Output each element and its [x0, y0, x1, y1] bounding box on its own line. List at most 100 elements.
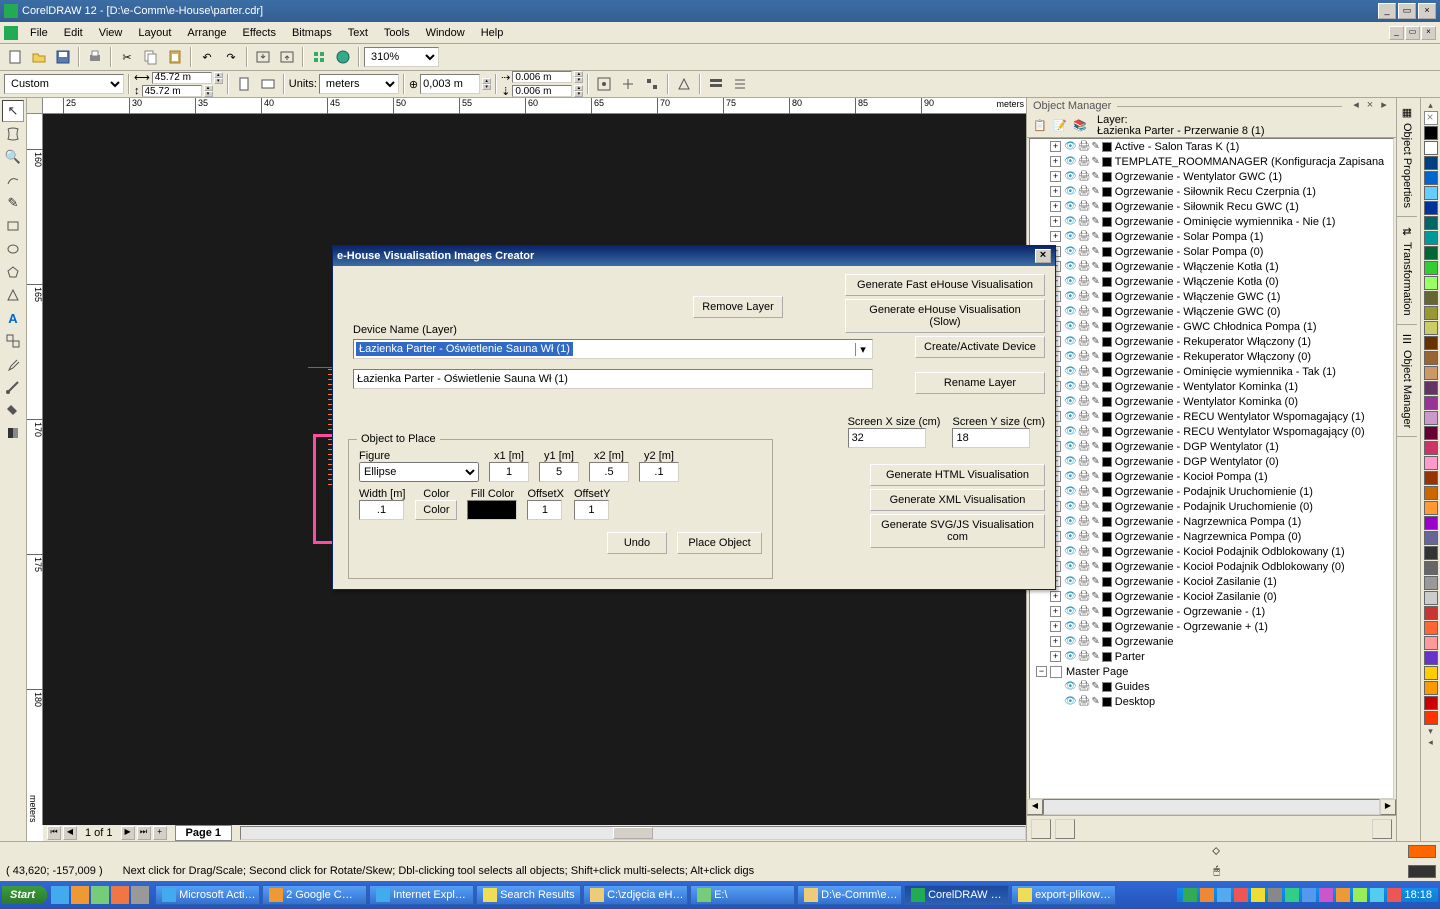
edit-icon[interactable]: ✎: [1091, 366, 1099, 377]
palette-color[interactable]: [1424, 516, 1438, 530]
snap3-icon[interactable]: [641, 73, 663, 95]
new-master-icon[interactable]: [1055, 819, 1075, 839]
visible-icon[interactable]: 👁: [1064, 291, 1077, 302]
layer-row[interactable]: +👁🖨✎Ogrzewanie - Siłownik Recu GWC (1): [1030, 199, 1393, 214]
print-icon[interactable]: 🖨: [1078, 546, 1091, 557]
palette-color[interactable]: [1424, 561, 1438, 575]
layer-row[interactable]: +👁🖨✎Ogrzewanie - Kocioł Pompa (1): [1030, 469, 1393, 484]
print-icon[interactable]: 🖨: [1078, 696, 1091, 707]
ql-chev-icon[interactable]: [131, 886, 149, 904]
color-swatch[interactable]: [1102, 172, 1112, 182]
color-swatch[interactable]: [1102, 322, 1112, 332]
prev-page[interactable]: ◀: [63, 826, 77, 840]
tree-scroll-right[interactable]: ▶: [1380, 799, 1396, 815]
units-select[interactable]: meters: [319, 74, 399, 94]
tree-h-scrollbar[interactable]: [1043, 799, 1380, 815]
edit-icon[interactable]: ✎: [1091, 411, 1099, 422]
paper-size[interactable]: Custom: [4, 74, 124, 94]
visible-icon[interactable]: 👁: [1064, 246, 1077, 257]
palette-color[interactable]: [1424, 546, 1438, 560]
palette-color[interactable]: [1424, 666, 1438, 680]
ql-tc-icon[interactable]: [111, 886, 129, 904]
layer-row[interactable]: +👁🖨✎Ogrzewanie - Kocioł Zasilanie (0): [1030, 589, 1393, 604]
print-icon[interactable]: 🖨: [1078, 531, 1091, 542]
expand-icon[interactable]: +: [1050, 141, 1061, 152]
ellipse-tool[interactable]: [2, 238, 24, 260]
visible-icon[interactable]: 👁: [1064, 201, 1077, 212]
pick-tool[interactable]: ↖: [2, 100, 24, 122]
print-icon[interactable]: 🖨: [1078, 186, 1091, 197]
mdi-minimize[interactable]: _: [1389, 26, 1404, 40]
page-height[interactable]: [142, 85, 202, 97]
screen-x-input[interactable]: [848, 428, 926, 448]
color-swatch[interactable]: [1102, 247, 1112, 257]
color-button[interactable]: Color: [415, 500, 457, 520]
print-icon[interactable]: 🖨: [1078, 216, 1091, 227]
menu-edit[interactable]: Edit: [56, 25, 91, 41]
color-swatch[interactable]: [1102, 577, 1112, 587]
color-swatch[interactable]: [1102, 202, 1112, 212]
expand-icon[interactable]: −: [1036, 666, 1047, 677]
taskbar-task[interactable]: D:\e-Comm\e…: [797, 885, 902, 905]
palette-color[interactable]: [1424, 696, 1438, 710]
layer-row[interactable]: +👁🖨✎Ogrzewanie - DGP Wentylator (0): [1030, 454, 1393, 469]
ruler-vertical[interactable]: meters 160165170175180: [27, 114, 43, 825]
visible-icon[interactable]: 👁: [1064, 456, 1077, 467]
print-icon[interactable]: 🖨: [1078, 606, 1091, 617]
visible-icon[interactable]: 👁: [1064, 366, 1077, 377]
layer-row[interactable]: +👁🖨✎Ogrzewanie - RECU Wentylator Wspomag…: [1030, 409, 1393, 424]
color-swatch[interactable]: [1102, 592, 1112, 602]
edit-icon[interactable]: ✎: [1091, 681, 1099, 692]
edit-icon[interactable]: ✎: [1091, 636, 1099, 647]
palette-color[interactable]: [1424, 486, 1438, 500]
master-page-row[interactable]: −Master Page: [1030, 664, 1393, 679]
palette-color[interactable]: [1424, 276, 1438, 290]
edit-icon[interactable]: ✎: [1091, 561, 1099, 572]
edit-icon[interactable]: ✎: [1091, 351, 1099, 362]
print-icon[interactable]: 🖨: [1078, 501, 1091, 512]
color-swatch[interactable]: [1102, 157, 1112, 167]
color-swatch[interactable]: [1102, 502, 1112, 512]
edit-icon[interactable]: ✎: [1091, 621, 1099, 632]
edit-icon[interactable]: ✎: [1091, 321, 1099, 332]
palette-color[interactable]: [1424, 411, 1438, 425]
menu-window[interactable]: Window: [418, 25, 473, 41]
palette-color[interactable]: [1424, 576, 1438, 590]
menu-bitmaps[interactable]: Bitmaps: [284, 25, 340, 41]
visible-icon[interactable]: 👁: [1064, 186, 1077, 197]
edit-icon[interactable]: ✎: [1091, 516, 1099, 527]
edit-icon[interactable]: ✎: [1091, 231, 1099, 242]
layer-row[interactable]: +👁🖨✎Ogrzewanie - Wentylator GWC (1): [1030, 169, 1393, 184]
visible-icon[interactable]: 👁: [1064, 576, 1077, 587]
visible-icon[interactable]: 👁: [1064, 561, 1077, 572]
color-swatch[interactable]: [1102, 517, 1112, 527]
print-icon[interactable]: 🖨: [1078, 336, 1091, 347]
mdi-restore[interactable]: ▭: [1405, 26, 1420, 40]
edit-icon[interactable]: ✎: [1091, 591, 1099, 602]
options-icon[interactable]: [705, 73, 727, 95]
print-icon[interactable]: 🖨: [1078, 396, 1091, 407]
palette-color[interactable]: [1424, 186, 1438, 200]
edit-icon[interactable]: ✎: [1091, 546, 1099, 557]
layer-row[interactable]: +👁🖨✎Ogrzewanie - DGP Wentylator (1): [1030, 439, 1393, 454]
color-swatch[interactable]: [1102, 337, 1112, 347]
print-icon[interactable]: 🖨: [1078, 456, 1091, 467]
color-swatch[interactable]: [1102, 277, 1112, 287]
expand-icon[interactable]: +: [1050, 231, 1061, 242]
copy-icon[interactable]: [140, 46, 162, 68]
layer-mgr-icon[interactable]: 📚: [1071, 117, 1089, 135]
menu-arrange[interactable]: Arrange: [179, 25, 234, 41]
layer-row[interactable]: +👁🖨✎Ogrzewanie - Ogrzewanie - (1): [1030, 604, 1393, 619]
palette-color[interactable]: [1424, 231, 1438, 245]
taskbar-task[interactable]: 2 Google C…: [262, 885, 367, 905]
color-swatch[interactable]: [1102, 652, 1112, 662]
visible-icon[interactable]: 👁: [1064, 261, 1077, 272]
taskbar-task[interactable]: C:\zdjęcia eH…: [583, 885, 688, 905]
edit-icon[interactable]: ✎: [1091, 396, 1099, 407]
palette-color[interactable]: [1424, 336, 1438, 350]
visible-icon[interactable]: 👁: [1064, 411, 1077, 422]
visible-icon[interactable]: 👁: [1064, 306, 1077, 317]
visible-icon[interactable]: 👁: [1064, 606, 1077, 617]
edit-icon[interactable]: ✎: [1091, 456, 1099, 467]
layer-row[interactable]: +👁🖨✎Ogrzewanie - Podajnik Uruchomienie (…: [1030, 484, 1393, 499]
